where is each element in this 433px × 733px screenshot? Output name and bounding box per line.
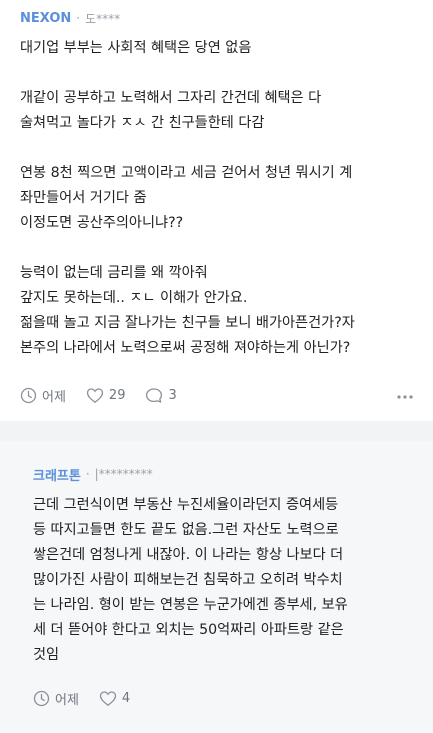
heart-icon xyxy=(99,690,117,706)
time-label: 어제 xyxy=(42,389,66,405)
reply-line: 많이가진 사람이 피해보는건 침묵하고 오히려 박수치 xyxy=(33,572,343,588)
reply-company-name[interactable]: 크래프톤 xyxy=(33,465,81,484)
reply-meta: 크래프톤 · |********* xyxy=(33,464,153,484)
author-name: 도**** xyxy=(85,11,121,26)
heart-icon xyxy=(86,387,104,403)
comment-icon xyxy=(146,387,163,403)
reply-actions: 어제 4 xyxy=(33,688,150,708)
post-line: 대기업 부부는 사회적 혜택은 당연 없음 xyxy=(20,40,252,56)
post-line: 술쳐먹고 놀다가 ㅈㅅ 간 친구들한테 다감 xyxy=(20,115,265,131)
like-count: 4 xyxy=(121,690,131,706)
post-line: 연봉 8천 찍으면 고액이라고 세금 걷어서 청년 뭐시기 계 xyxy=(20,165,353,181)
clock-icon xyxy=(33,690,50,706)
post-actions: 어제 29 3 xyxy=(20,385,197,405)
more-icon xyxy=(397,395,413,399)
meta-separator: · xyxy=(85,467,90,481)
post-line: 본주의 나라에서 노력으로써 공정해 져야하는게 아닌가? xyxy=(20,340,351,356)
comment-button[interactable]: 3 xyxy=(145,387,177,404)
company-name[interactable]: NEXON xyxy=(20,11,71,26)
section-divider xyxy=(0,421,433,441)
post-body: 대기업 부부는 사회적 혜택은 당연 없음 개같이 공부하고 노력해서 그자리 … xyxy=(20,36,425,361)
post-meta: NEXON · 도**** xyxy=(20,8,120,28)
reply-like-button[interactable]: 4 xyxy=(99,690,130,707)
post-line: 개같이 공부하고 노력해서 그자리 간건데 혜택은 다 xyxy=(20,90,322,106)
reply-line: 쌓은건데 엄청나게 내잖아. 이 나라는 항상 나보다 더 xyxy=(33,547,344,563)
post-time: 어제 xyxy=(20,386,66,405)
reply-line: 근데 그런식이면 부동산 누진세율이라던지 증여세등 xyxy=(33,497,339,513)
reply-line: 세 더 뜯어야 한다고 외치는 50억짜리 아파트랑 같은 xyxy=(33,622,344,638)
post-line: 좌만들어서 거기다 줌 xyxy=(20,190,147,206)
more-button[interactable] xyxy=(397,387,413,407)
meta-separator: · xyxy=(76,11,81,25)
like-button[interactable]: 29 xyxy=(86,387,126,404)
reply-line: 등 따지고들면 한도 끝도 없음.그런 자산도 노력으로 xyxy=(33,522,339,538)
reply-author-name: |********* xyxy=(94,467,153,481)
post-line: 젊을때 놀고 지금 잘나가는 친구들 보니 배가아픈건가?자 xyxy=(20,315,355,331)
comment-count: 3 xyxy=(168,387,177,403)
reply-body: 근데 그런식이면 부동산 누진세율이라던지 증여세등 등 따지고들면 한도 끝도… xyxy=(33,493,413,668)
post-line: 이정도면 공산주의아니냐?? xyxy=(20,215,184,231)
reply-line: 것임 xyxy=(33,647,60,663)
reply-time: 어제 xyxy=(33,689,79,708)
clock-icon xyxy=(20,387,37,403)
reply-line: 는 나라임. 형이 받는 연봉은 누군가에겐 종부세, 보유 xyxy=(33,597,348,613)
reply-card: 크래프톤 · |********* 근데 그런식이면 부동산 누진세율이라던지 … xyxy=(0,441,433,733)
post-card: NEXON · 도**** 대기업 부부는 사회적 혜택은 당연 없음 개같이 … xyxy=(0,0,433,421)
post-line: 갚지도 못하는데.. ㅈㄴ 이해가 안가요. xyxy=(20,290,248,306)
like-count: 29 xyxy=(108,387,126,403)
time-label: 어제 xyxy=(55,692,79,708)
post-line: 능력이 없는데 금리를 왜 깍아줘 xyxy=(20,265,208,281)
